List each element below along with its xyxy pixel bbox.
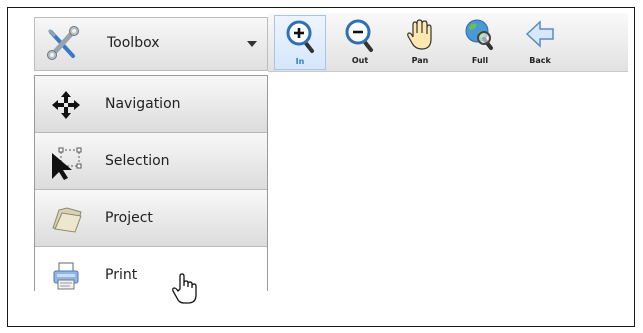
toolbox-title: Toolbox <box>107 35 160 51</box>
pan-label: Pan <box>411 56 429 65</box>
menu-item-navigation[interactable]: Navigation <box>35 76 267 133</box>
menu-item-label: Project <box>105 210 153 226</box>
back-label: Back <box>529 56 551 65</box>
globe-zoom-icon <box>465 19 493 50</box>
menu-item-label: Print <box>105 267 138 283</box>
hand-cursor-icon <box>171 273 197 309</box>
move-arrows-icon <box>51 90 81 120</box>
pan-button[interactable]: Pan <box>394 15 446 70</box>
menu-item-label: Selection <box>105 153 170 169</box>
menu-item-project[interactable]: Project <box>35 190 267 247</box>
toolbox-menu: Navigation Selection Project Print <box>34 75 268 304</box>
folder-icon <box>51 204 82 234</box>
zoom-in-label: In <box>295 57 305 66</box>
toolbox-dropdown[interactable]: Toolbox <box>34 17 268 71</box>
map-toolbar: In Out Pan Full Back <box>268 13 628 72</box>
back-arrow-icon <box>525 20 554 48</box>
full-extent-button[interactable]: Full <box>454 15 506 70</box>
full-extent-label: Full <box>471 56 489 65</box>
menu-item-selection[interactable]: Selection <box>35 133 267 190</box>
zoom-in-icon <box>286 20 314 53</box>
zoom-out-icon <box>345 19 373 52</box>
menu-item-label: Navigation <box>105 96 181 112</box>
back-button[interactable]: Back <box>514 15 566 70</box>
zoom-out-label: Out <box>351 56 369 65</box>
select-arrow-icon <box>51 147 82 180</box>
tools-icon <box>45 26 79 66</box>
hand-pan-icon <box>407 19 432 50</box>
zoom-out-button[interactable]: Out <box>334 15 386 70</box>
zoom-in-button[interactable]: In <box>274 15 326 70</box>
printer-icon <box>51 261 81 291</box>
menu-item-print[interactable]: Print <box>35 247 267 304</box>
chevron-down-icon[interactable] <box>237 18 267 70</box>
